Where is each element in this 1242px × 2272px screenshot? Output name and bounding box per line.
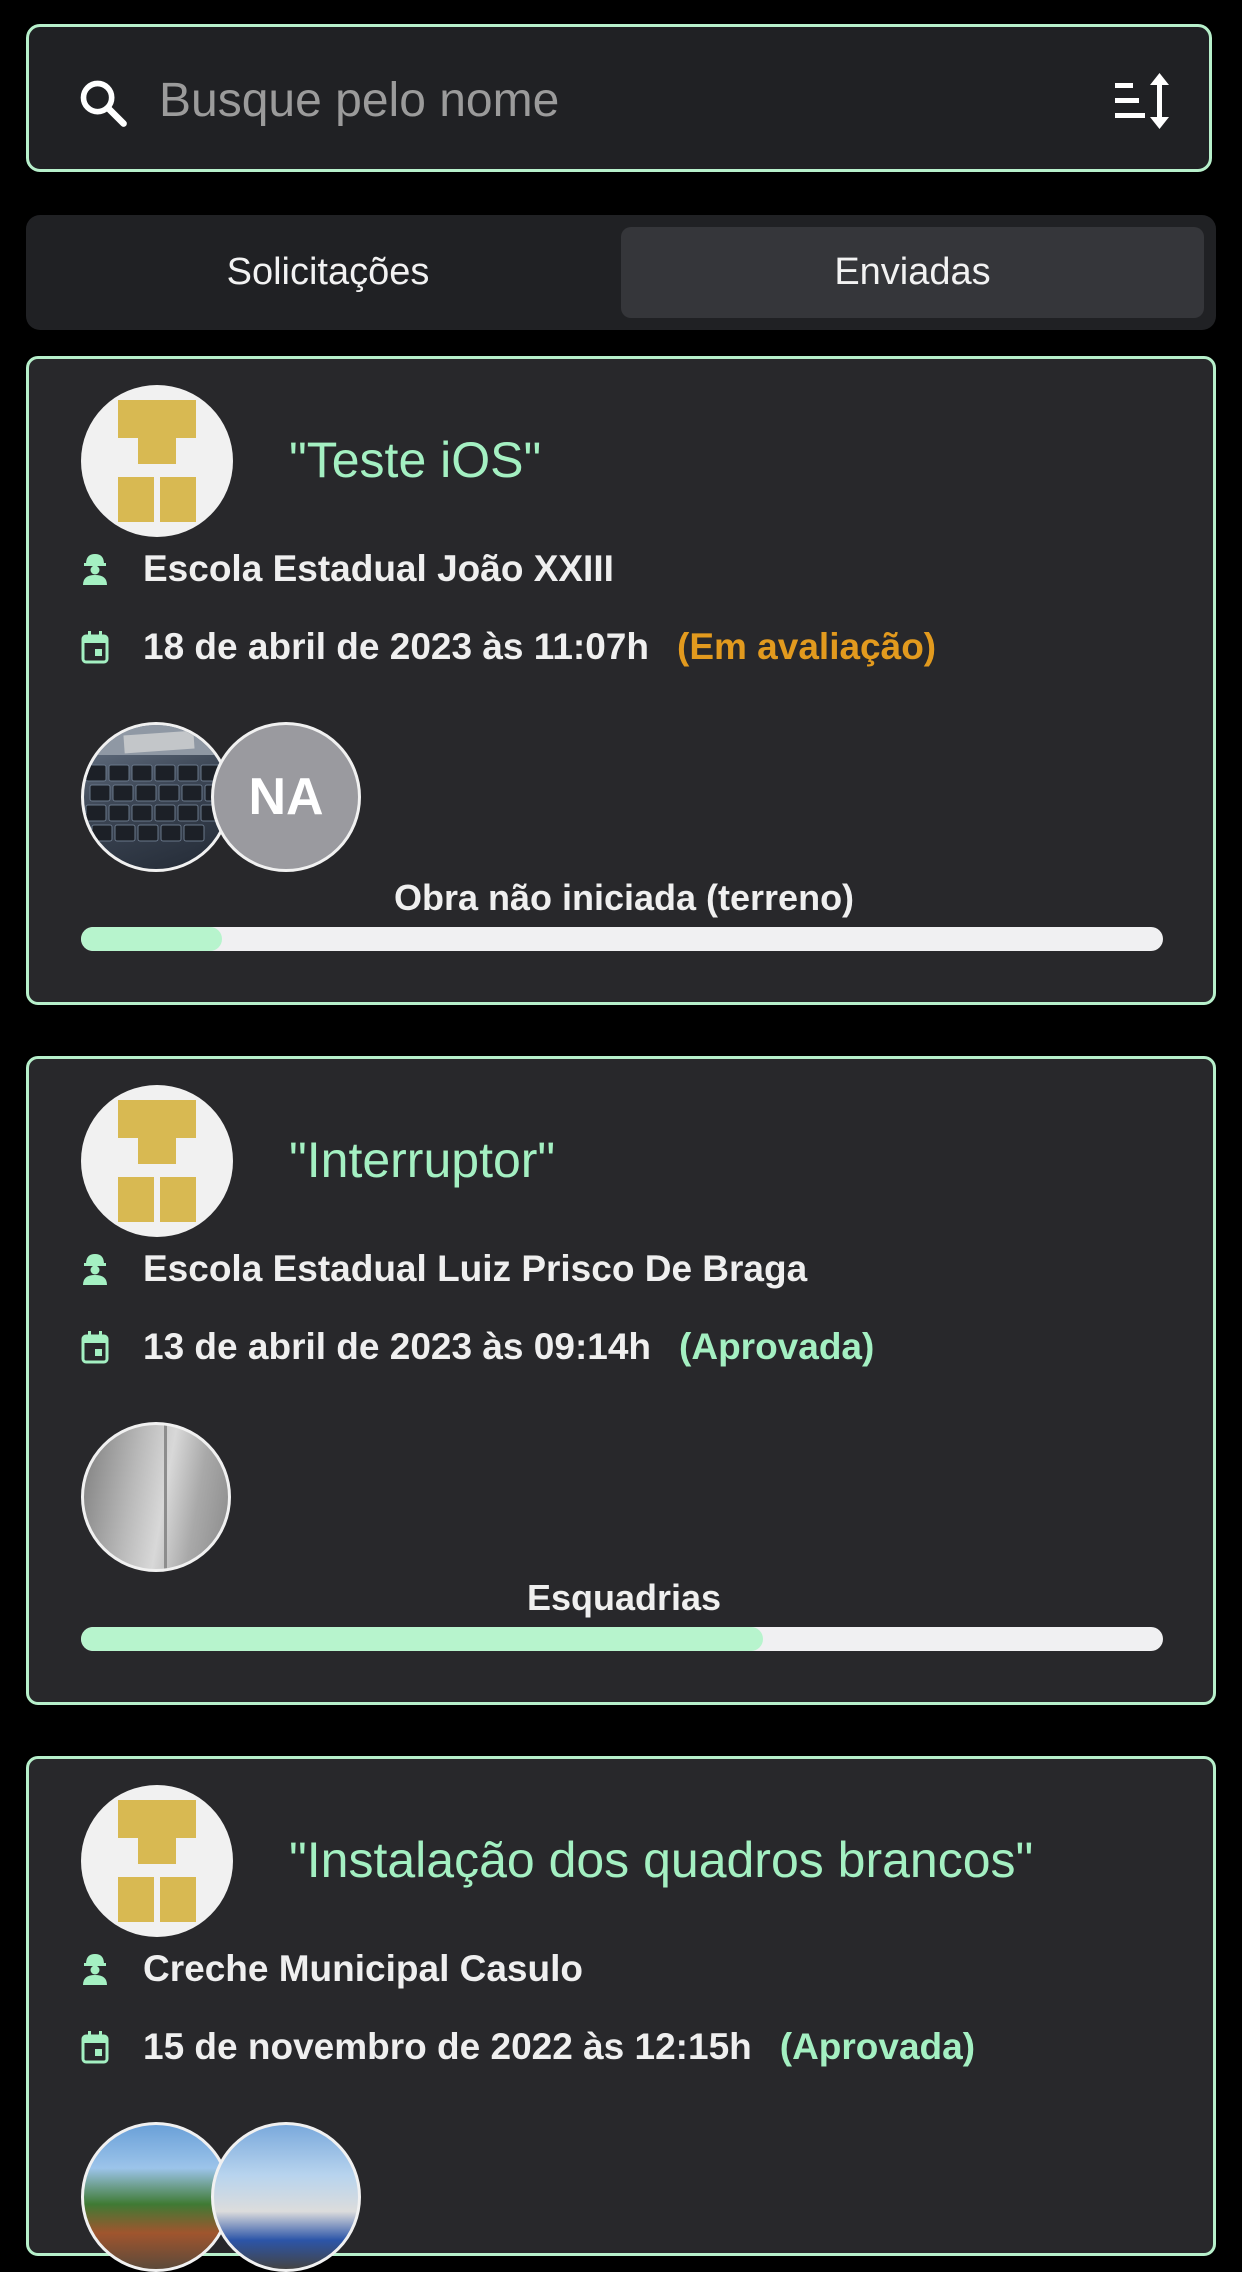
date-row: 15 de novembro de 2022 às 12:15h (Aprova… xyxy=(81,2022,975,2072)
institution-logo xyxy=(81,1785,233,1937)
keyboard-image xyxy=(84,725,228,842)
status-badge: (Aprovada) xyxy=(679,1326,875,1367)
calendar-icon xyxy=(81,1331,109,1364)
date-row: 18 de abril de 2023 às 11:07h (Em avalia… xyxy=(81,622,936,672)
stage-label: Obra não iniciada (terreno) xyxy=(393,877,855,918)
photo-thumbnail-building[interactable] xyxy=(211,2122,361,2272)
request-card[interactable]: "Teste iOS" Escola Estadual João XXIII 1… xyxy=(26,356,1216,1005)
institution-logo xyxy=(81,385,233,537)
request-title: "Teste iOS" xyxy=(289,432,542,488)
school-row: Escola Estadual Luiz Prisco De Braga xyxy=(81,1244,807,1294)
date-row: 13 de abril de 2023 às 09:14h (Aprovada) xyxy=(81,1322,874,1372)
request-card[interactable]: "Interruptor" Escola Estadual Luiz Prisc… xyxy=(26,1056,1216,1705)
worker-icon xyxy=(83,1254,107,1285)
school-name: Creche Municipal Casulo xyxy=(143,1948,583,1989)
status-badge: (Em avaliação) xyxy=(677,626,937,667)
tab-enviadas[interactable]: Enviadas xyxy=(621,227,1204,318)
progress-fill xyxy=(81,1627,763,1651)
worker-icon xyxy=(83,1954,107,1985)
tab-bar: Solicitações Enviadas xyxy=(26,215,1216,330)
search-bar xyxy=(26,24,1212,172)
search-icon xyxy=(80,80,127,127)
calendar-icon xyxy=(81,2031,109,2064)
photo-thumbnail-switch[interactable] xyxy=(81,1422,231,1572)
photo-thumbnail-trees[interactable] xyxy=(81,2122,231,2272)
photo-thumbnail-keyboard[interactable] xyxy=(81,722,231,872)
tab-solicitacoes[interactable]: Solicitações xyxy=(38,227,618,318)
status-badge: (Aprovada) xyxy=(779,2026,976,2067)
institution-logo xyxy=(81,1085,233,1237)
request-title: "Interruptor" xyxy=(289,1132,556,1188)
school-name: Escola Estadual Luiz Prisco De Braga xyxy=(143,1248,808,1289)
calendar-icon xyxy=(81,631,109,664)
initials-avatar[interactable]: NA xyxy=(211,722,361,872)
request-title: "Instalação dos quadros brancos" xyxy=(289,1832,1034,1888)
progress-bar xyxy=(81,1627,1163,1651)
school-row: Escola Estadual João XXIII xyxy=(81,544,614,594)
stage-label: Esquadrias xyxy=(526,1577,722,1618)
request-card[interactable]: "Instalação dos quadros brancos" Creche … xyxy=(26,1756,1216,2272)
search-input[interactable] xyxy=(157,57,1081,143)
request-date: 13 de abril de 2023 às 09:14h xyxy=(143,1326,652,1367)
progress-bar xyxy=(81,927,1163,951)
worker-icon xyxy=(83,554,107,585)
request-date: 18 de abril de 2023 às 11:07h xyxy=(143,626,649,667)
progress-fill xyxy=(81,927,222,951)
request-date: 15 de novembro de 2022 às 12:15h xyxy=(143,2026,752,2067)
avatar-initials: NA xyxy=(248,768,324,826)
school-name: Escola Estadual João XXIII xyxy=(143,548,614,589)
sort-icon[interactable] xyxy=(1113,73,1173,129)
school-row: Creche Municipal Casulo xyxy=(81,1944,583,1994)
top-cut-off-header xyxy=(540,0,720,6)
